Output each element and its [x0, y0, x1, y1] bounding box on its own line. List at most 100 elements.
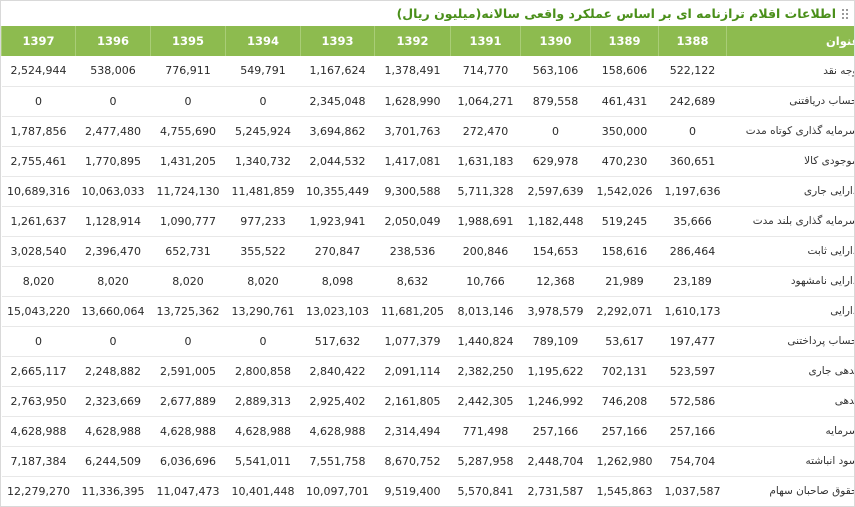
column-header-year: 1389 — [590, 26, 659, 56]
table-cell: 1,246,992 — [527, 394, 584, 408]
table-cell: 2,314,494 — [384, 424, 441, 438]
table-cell: 572,586 — [669, 394, 716, 408]
table-cell: 6,036,696 — [160, 454, 216, 468]
table-cell: 272,470 — [462, 124, 509, 138]
table-cell: 270,847 — [314, 244, 361, 258]
table-cell: 2,840,422 — [309, 364, 366, 378]
table-row: دارایی ثابت 286,464 158,616 154,653 200,846 2… — [1, 236, 854, 266]
table-cell: 2,248,882 — [85, 364, 141, 378]
table-cell: 1,610,173 — [664, 304, 721, 318]
table-cell: 10,766 — [466, 274, 505, 288]
table-cell: 754,704 — [669, 454, 716, 468]
table-row: بدهی 572,586 746,208 1,246,992 2,442,305 2,16… — [1, 386, 854, 416]
table-cell: 2,889,313 — [235, 394, 291, 408]
table-cell: 1,631,183 — [457, 154, 514, 168]
table-cell: 3,978,579 — [527, 304, 584, 318]
table-cell: 238,536 — [389, 244, 436, 258]
column-header-year: 1396 — [75, 26, 151, 56]
table-cell: 4,628,988 — [85, 424, 141, 438]
table-cell: 2,597,639 — [527, 184, 584, 198]
table-cell: 242,689 — [669, 94, 716, 108]
table-cell: 7,551,758 — [309, 454, 366, 468]
table-cell: 257,166 — [532, 424, 579, 438]
column-header-year: 1393 — [300, 26, 375, 56]
table-cell: 6,244,509 — [85, 454, 141, 468]
table-cell: 3,701,763 — [384, 124, 441, 138]
table-cell: 2,442,305 — [457, 394, 514, 408]
table-cell: 714,770 — [462, 64, 509, 78]
table-cell: 1,037,587 — [664, 484, 721, 498]
row-label: سرمایه گذاری کوتاه مدت — [745, 125, 855, 137]
balance-sheet-panel: اطلاعات اقلام ترازنامه ای بر اساس عملکرد… — [0, 0, 855, 507]
table-cell: 1,340,732 — [235, 154, 291, 168]
table-cell: 2,050,049 — [384, 214, 441, 228]
table-cell: 1,628,990 — [384, 94, 441, 108]
table-cell: 13,660,064 — [81, 304, 145, 318]
table-cell: 776,911 — [165, 64, 211, 78]
table-cell: 1,542,026 — [596, 184, 653, 198]
table-cell: 1,090,777 — [160, 214, 216, 228]
table-cell: 4,628,988 — [10, 424, 67, 438]
row-label: حقوق صاحبان سهام — [769, 485, 855, 497]
column-header-year: 1392 — [374, 26, 451, 56]
table-cell: 2,477,480 — [85, 124, 141, 138]
panel-header: اطلاعات اقلام ترازنامه ای بر اساس عملکرد… — [1, 1, 854, 27]
column-header-year: 1397 — [1, 26, 76, 56]
table-cell: 771,498 — [462, 424, 509, 438]
table-cell: 0 — [552, 124, 559, 138]
table-cell: 8,098 — [321, 274, 354, 288]
table-cell: 0 — [35, 334, 42, 348]
table-cell: 1,417,081 — [384, 154, 441, 168]
table-cell: 23,189 — [673, 274, 712, 288]
table-row: سود انباشته 754,704 1,262,980 2,448,704 5,28… — [1, 446, 854, 476]
table-cell: 11,336,395 — [81, 484, 145, 498]
table-cell: 9,300,588 — [384, 184, 441, 198]
table-cell: 2,161,805 — [384, 394, 441, 408]
row-label: سرمایه گذاری بلند مدت — [752, 215, 855, 227]
row-label: موجودی کالا — [804, 155, 855, 167]
table-cell: 519,245 — [601, 214, 648, 228]
table-cell: 652,731 — [165, 244, 211, 258]
table-cell: 1,440,824 — [457, 334, 514, 348]
table-cell: 200,846 — [462, 244, 509, 258]
table-cell: 3,028,540 — [10, 244, 67, 258]
table-cell: 2,800,858 — [235, 364, 291, 378]
table-cell: 789,109 — [532, 334, 579, 348]
table-cell: 21,989 — [605, 274, 644, 288]
table-cell: 286,464 — [669, 244, 716, 258]
table-cell: 1,064,271 — [457, 94, 514, 108]
table-cell: 13,725,362 — [156, 304, 220, 318]
column-header-year: 1394 — [225, 26, 301, 56]
table-row: سرمایه گذاری بلند مدت 35,666 519,245 1,182,… — [1, 206, 855, 236]
table-row: دارایی نامشهود 23,189 21,989 12,368 10,766 8,… — [1, 266, 854, 296]
table-cell: 1,431,205 — [160, 154, 216, 168]
column-header-year: 1395 — [150, 26, 226, 56]
table-cell: 2,091,114 — [384, 364, 441, 378]
table-cell: 10,063,033 — [81, 184, 145, 198]
table-cell: 9,519,400 — [384, 484, 441, 498]
table-cell: 8,020 — [172, 274, 204, 288]
table-cell: 12,368 — [536, 274, 575, 288]
table-cell: 1,770,895 — [85, 154, 141, 168]
table-cell: 1,988,691 — [457, 214, 514, 228]
table-cell: 10,689,316 — [7, 184, 70, 198]
table-cell: 2,731,587 — [527, 484, 584, 498]
row-label: حساب پرداختنی — [787, 335, 855, 347]
table-cell: 1,261,637 — [10, 214, 67, 228]
table-cell: 5,287,958 — [457, 454, 514, 468]
table-cell: 158,606 — [601, 64, 648, 78]
grip-dots-icon — [842, 8, 848, 19]
table-cell: 0 — [184, 334, 192, 348]
table-cell: 8,013,146 — [457, 304, 514, 318]
table-cell: 10,097,701 — [306, 484, 369, 498]
row-label: حساب دریافتنی — [789, 95, 855, 107]
table-row: حساب دریافتنی 242,689 461,431 879,558 1,064,… — [1, 86, 855, 116]
table-cell: 350,000 — [601, 124, 648, 138]
table-row: دارایی جاری 1,197,636 1,542,026 2,597,639 5,… — [1, 176, 854, 206]
table-cell: 2,524,944 — [10, 64, 67, 78]
table-cell: 0 — [109, 334, 117, 348]
table-cell: 12,279,270 — [7, 484, 70, 498]
table-cell: 257,166 — [601, 424, 648, 438]
table-cell: 0 — [259, 94, 267, 108]
table-cell: 158,616 — [601, 244, 648, 258]
